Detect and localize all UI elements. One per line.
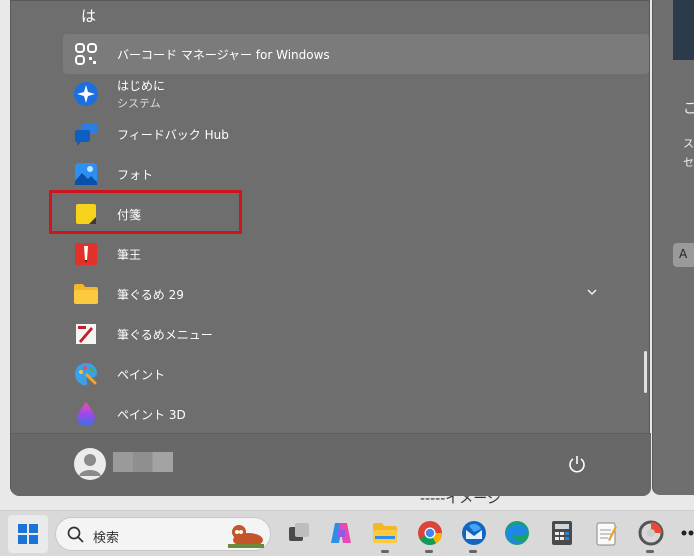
start-menu: は バーコード マネージャー for Windows はじめに システム フィー… (10, 0, 651, 496)
running-indicator (381, 550, 389, 553)
file-explorer-icon[interactable] (371, 519, 399, 547)
right-panel-text-1: こ (683, 101, 694, 117)
app-sublabel: システム (117, 97, 161, 110)
highlight-annotation-box (49, 190, 242, 234)
scrollbar[interactable] (644, 351, 647, 393)
windows-start-icon[interactable] (8, 515, 48, 553)
taskbar-search-box[interactable]: 検索 (55, 517, 271, 551)
avatar[interactable] (74, 448, 106, 480)
running-indicator (469, 550, 477, 553)
right-side-panel: こ ス セ A (652, 0, 694, 495)
running-indicator (425, 550, 433, 553)
right-panel-button[interactable]: A (673, 243, 694, 267)
right-panel-text-2: ス (683, 137, 694, 150)
app-label: フィードバック Hub (117, 127, 229, 142)
feedback-hub-icon (73, 121, 99, 147)
start-menu-footer (11, 433, 651, 496)
app-label: 筆ぐるめ 29 (117, 287, 184, 302)
letter-header[interactable]: は (81, 5, 96, 26)
app-item-fudegurume-menu[interactable]: 筆ぐるめメニュー (63, 314, 649, 354)
app-item-feedback-hub[interactable]: フィードバック Hub (63, 114, 649, 154)
app-item-paint[interactable]: ペイント (63, 354, 649, 394)
chevron-down-icon[interactable] (587, 287, 597, 297)
app-label: ペイント (117, 367, 166, 382)
get-started-icon (73, 81, 99, 107)
app-label: フォト (117, 167, 154, 182)
app-label: 筆王 (117, 247, 142, 262)
notepad-icon[interactable] (592, 519, 620, 547)
app-item-get-started[interactable]: はじめに システム (63, 74, 649, 114)
copilot-icon[interactable] (327, 519, 355, 547)
app-label: 筆ぐるめメニュー (117, 327, 213, 342)
task-view-icon[interactable] (285, 519, 313, 547)
fudeou-icon (73, 241, 99, 267)
fudegurume-menu-icon (73, 321, 99, 347)
app-item-fudegurume-folder[interactable]: 筆ぐるめ 29 (63, 274, 649, 314)
app-item-fudeou[interactable]: 筆王 (63, 234, 649, 274)
paint-icon (73, 361, 99, 387)
app-label: バーコード マネージャー for Windows (117, 47, 330, 62)
search-icon (67, 526, 84, 543)
app-label: ペイント 3D (117, 407, 186, 422)
edge-icon[interactable] (503, 519, 531, 547)
taskbar: 検索 (0, 510, 694, 556)
calculator-icon[interactable] (548, 519, 576, 547)
thunderbird-icon[interactable] (460, 519, 488, 547)
search-highlight-image (228, 525, 264, 548)
power-icon[interactable] (567, 454, 587, 474)
app-item-paint-3d[interactable]: ペイント 3D (63, 394, 649, 434)
right-panel-image (673, 0, 694, 60)
chrome-icon[interactable] (416, 519, 444, 547)
app-item-barcode-manager[interactable]: バーコード マネージャー for Windows (63, 34, 649, 74)
overflow-icon[interactable] (680, 519, 694, 547)
photos-icon (73, 161, 99, 187)
qr-scanner-icon (73, 41, 99, 67)
paint-3d-icon (73, 401, 99, 427)
running-indicator (646, 550, 654, 553)
app-label: はじめに (117, 79, 166, 93)
snipping-tool-icon[interactable] (637, 519, 665, 547)
search-label: 検索 (93, 531, 120, 546)
app-item-photos[interactable]: フォト (63, 154, 649, 194)
user-name[interactable] (113, 452, 173, 472)
right-panel-text-3: セ (683, 156, 694, 169)
folder-icon (73, 281, 99, 307)
